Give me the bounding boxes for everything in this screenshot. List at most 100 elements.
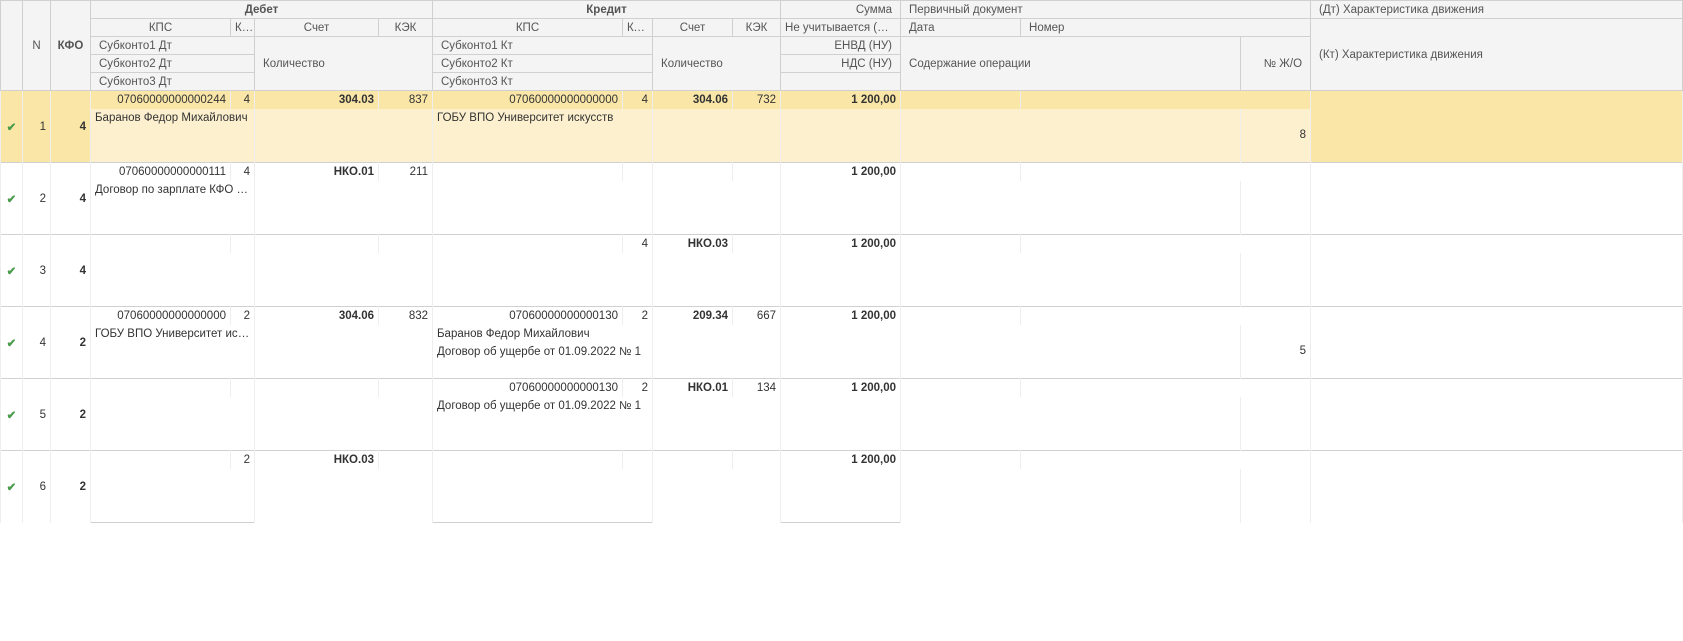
row-nomer[interactable] xyxy=(1021,451,1311,469)
row-sum[interactable]: 1 200,00 xyxy=(781,235,901,253)
table-row[interactable]: ✔52070600000000001302НКО.011341 200,00До… xyxy=(1,379,1683,451)
dt-sub1[interactable]: ГОБУ ВПО Университет иску... xyxy=(91,325,255,343)
kt-sub1[interactable]: Договор об ущербе от 01.09.2022 № 1 xyxy=(433,397,653,415)
row-envd[interactable] xyxy=(781,181,901,199)
dt-kek[interactable] xyxy=(379,451,433,469)
dt-sub2[interactable] xyxy=(91,271,255,289)
kt-kfo[interactable]: 4 xyxy=(623,91,653,109)
row-nomer[interactable] xyxy=(1021,235,1311,253)
row-number[interactable]: 4 xyxy=(23,307,51,379)
dt-k[interactable]: 4 xyxy=(231,163,255,181)
row-nomer[interactable] xyxy=(1021,91,1311,109)
row-date[interactable] xyxy=(901,91,1021,109)
dt-kek[interactable] xyxy=(379,235,433,253)
row-sum-blank[interactable] xyxy=(781,289,901,307)
row-nds[interactable] xyxy=(781,271,901,289)
row-date[interactable] xyxy=(901,451,1021,469)
dt-acct[interactable] xyxy=(255,379,379,397)
row-kfo[interactable]: 4 xyxy=(51,235,91,307)
row-nomer[interactable] xyxy=(1021,163,1311,181)
dt-sub2[interactable] xyxy=(91,343,255,361)
kt-acct[interactable]: НКО.01 xyxy=(653,379,733,397)
kt-sub3[interactable] xyxy=(433,145,653,163)
row-nomer[interactable] xyxy=(1021,379,1311,397)
col-summa[interactable]: Сумма xyxy=(781,1,901,19)
col-dt-kolvo[interactable]: Количество xyxy=(255,37,433,91)
row-jo[interactable] xyxy=(1241,181,1311,235)
col-nds[interactable]: НДС (НУ) xyxy=(781,55,901,73)
kt-kek[interactable] xyxy=(733,163,781,181)
row-number[interactable]: 1 xyxy=(23,91,51,163)
dt-kps[interactable]: 07060000000000111 xyxy=(91,163,231,181)
dt-qty[interactable] xyxy=(255,469,433,523)
kt-sub2[interactable] xyxy=(433,415,653,433)
kt-sub1[interactable]: Баранов Федор Михайлович xyxy=(433,325,653,343)
col-kredit[interactable]: Кредит xyxy=(433,1,781,19)
kt-kfo[interactable]: 4 xyxy=(623,235,653,253)
dt-kek[interactable]: 837 xyxy=(379,91,433,109)
dt-sub2[interactable] xyxy=(91,127,255,145)
kt-kps[interactable] xyxy=(433,451,623,469)
kt-kfo[interactable]: 2 xyxy=(623,307,653,325)
col-kt-kps[interactable]: КПС xyxy=(433,19,623,37)
row-envd[interactable] xyxy=(781,109,901,127)
kt-qty[interactable] xyxy=(653,109,781,163)
kt-sub2[interactable] xyxy=(433,199,653,217)
dt-kps[interactable]: 07060000000000244 xyxy=(91,91,231,109)
col-sub2dt[interactable]: Субконто2 Дт xyxy=(91,55,255,73)
kt-kfo[interactable]: 2 xyxy=(623,379,653,397)
row-jo[interactable]: 8 xyxy=(1241,109,1311,163)
dt-kek[interactable]: 211 xyxy=(379,163,433,181)
kt-qty[interactable] xyxy=(653,397,781,451)
kt-kek[interactable] xyxy=(733,235,781,253)
kt-sub2[interactable] xyxy=(433,127,653,145)
col-neuchet[interactable]: Не учитывается (НУ) xyxy=(781,19,901,37)
row-soderzh[interactable] xyxy=(901,397,1241,451)
kt-acct[interactable] xyxy=(653,451,733,469)
dt-acct[interactable]: НКО.03 xyxy=(255,451,379,469)
col-sub3dt[interactable]: Субконто3 Дт xyxy=(91,73,255,91)
dt-qty[interactable] xyxy=(255,109,433,163)
kt-sub3[interactable] xyxy=(433,217,653,235)
dt-qty[interactable] xyxy=(255,253,433,307)
row-sum[interactable]: 1 200,00 xyxy=(781,379,901,397)
kt-kek[interactable]: 667 xyxy=(733,307,781,325)
dt-acct[interactable] xyxy=(255,235,379,253)
row-soderzh[interactable] xyxy=(901,253,1241,307)
col-soderzh[interactable]: Содержание операции xyxy=(901,37,1241,91)
dt-qty[interactable] xyxy=(255,397,433,451)
col-kt-kfo[interactable]: КФО xyxy=(623,19,653,37)
dt-sub1[interactable]: Договор по зарплате КФО 4 ... xyxy=(91,181,255,199)
kt-kps[interactable] xyxy=(433,163,623,181)
kt-sub3[interactable] xyxy=(433,505,653,523)
kt-sub2[interactable] xyxy=(433,487,653,505)
kt-sub3[interactable] xyxy=(433,361,653,379)
row-jo[interactable] xyxy=(1241,469,1311,523)
col-kfo[interactable]: КФО xyxy=(51,1,91,91)
row-dtchar[interactable] xyxy=(1311,451,1683,523)
table-row[interactable]: ✔344НКО.031 200,00 xyxy=(1,235,1683,307)
kt-qty[interactable] xyxy=(653,181,781,235)
row-soderzh[interactable] xyxy=(901,109,1241,163)
kt-sub1[interactable] xyxy=(433,469,653,487)
dt-sub1[interactable]: Баранов Федор Михайлович xyxy=(91,109,255,127)
col-sub1kt[interactable]: Субконто1 Кт xyxy=(433,37,653,55)
kt-kps[interactable] xyxy=(433,235,623,253)
row-dtchar[interactable] xyxy=(1311,91,1683,163)
row-number[interactable]: 5 xyxy=(23,379,51,451)
table-row[interactable]: ✔42070600000000000002304.068320706000000… xyxy=(1,307,1683,379)
kt-kek[interactable]: 134 xyxy=(733,379,781,397)
table-row[interactable]: ✔622НКО.031 200,00 xyxy=(1,451,1683,523)
col-n[interactable]: N xyxy=(23,1,51,91)
dt-k[interactable]: 2 xyxy=(231,451,255,469)
kt-acct[interactable]: НКО.03 xyxy=(653,235,733,253)
kt-sub2[interactable] xyxy=(433,271,653,289)
row-sum[interactable]: 1 200,00 xyxy=(781,307,901,325)
kt-sub3[interactable] xyxy=(433,433,653,451)
kt-qty[interactable] xyxy=(653,325,781,379)
dt-kps[interactable] xyxy=(91,379,231,397)
row-number[interactable]: 3 xyxy=(23,235,51,307)
dt-sub3[interactable] xyxy=(91,505,255,523)
row-date[interactable] xyxy=(901,307,1021,325)
col-sub1dt[interactable]: Субконто1 Дт xyxy=(91,37,255,55)
